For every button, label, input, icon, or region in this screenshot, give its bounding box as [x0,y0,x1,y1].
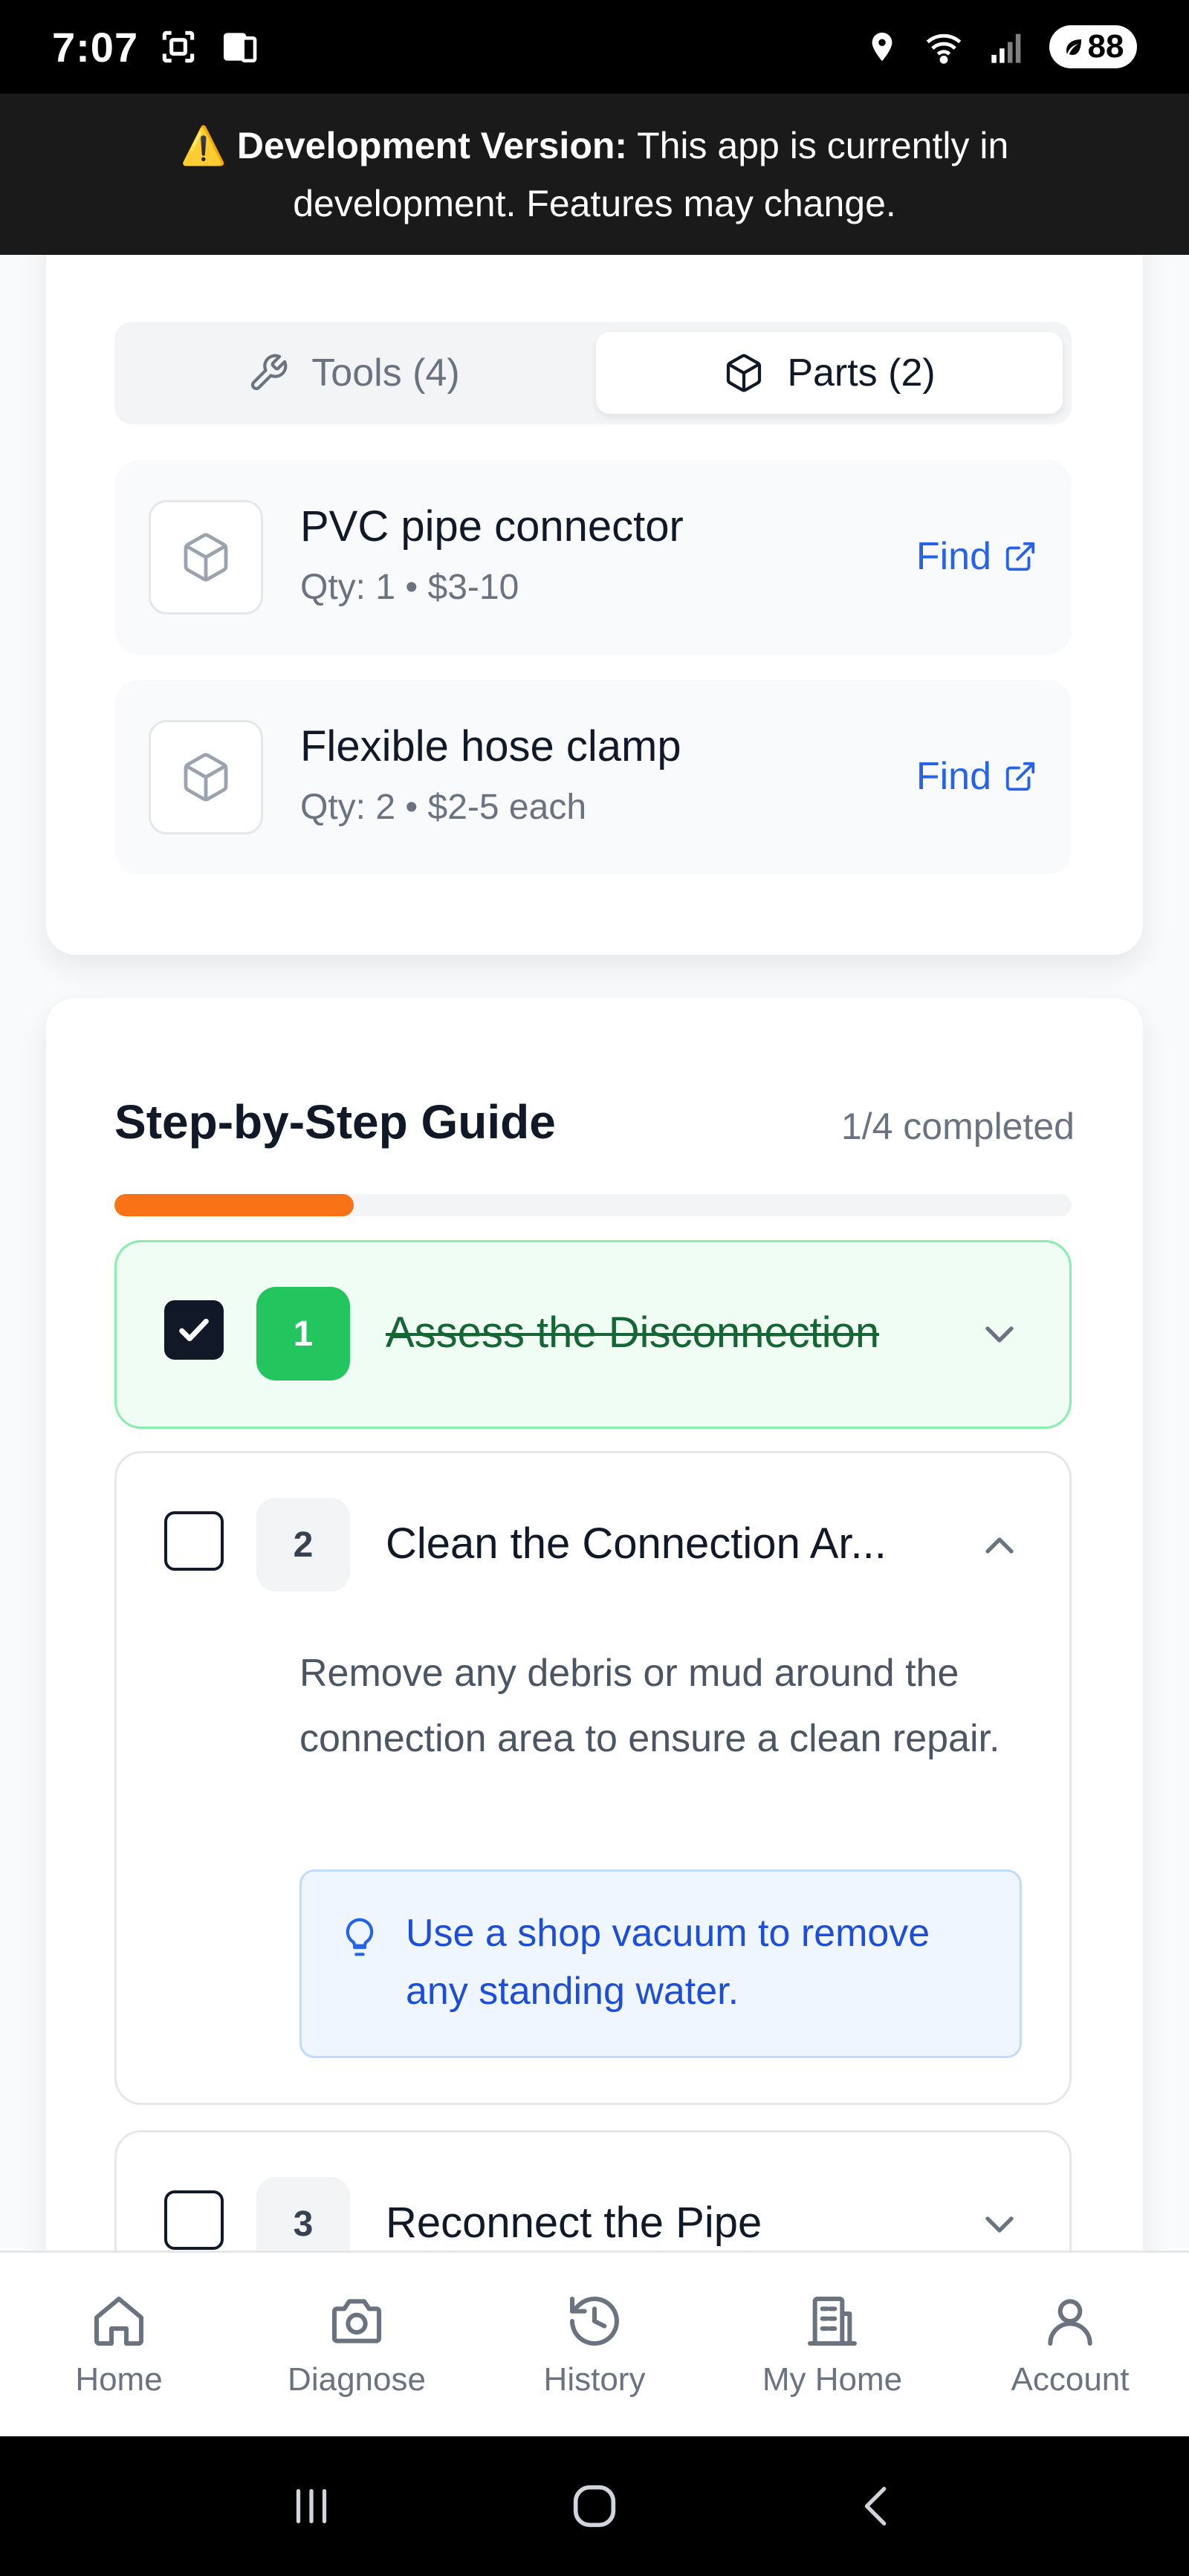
leaf-icon [1066,39,1081,55]
status-time: 7:07 [52,23,139,71]
system-nav-bar [0,2436,1189,2576]
nav-diagnose-label: Diagnose [288,2361,426,2398]
nav-my-home-label: My Home [762,2361,903,2398]
dev-banner: ⚠️ Development Version: This app is curr… [0,94,1189,255]
find-part-link[interactable]: Find [916,534,1037,579]
home-icon [94,2296,143,2346]
nav-history-label: History [543,2361,646,2398]
tools-parts-card: Tools (4) Parts (2) PVC pipe connector Q… [46,255,1143,955]
main-content[interactable]: Tools (4) Parts (2) PVC pipe connector Q… [0,255,1189,2251]
step-item[interactable]: 3 Reconnect the Pipe [114,2130,1072,2251]
nav-my-home[interactable]: My Home [721,2291,944,2398]
status-right: 88 [865,25,1137,68]
nav-home-label: Home [75,2361,163,2398]
part-name: Flexible hose clamp [300,722,681,770]
guide-progress-fill [114,1194,354,1216]
tab-tools[interactable]: Tools (4) [120,332,587,414]
step-title: Assess the Disconnection [386,1308,880,1357]
chevron-up-icon[interactable] [976,1522,1023,1569]
step-description: Remove any debris or mud around the conn… [299,1652,1000,1760]
step-checkbox[interactable] [164,2190,224,2250]
signal-icon [991,33,1021,63]
tab-tools-label: Tools (4) [311,351,460,395]
tab-parts-label: Parts (2) [787,351,936,395]
battery-indicator: 88 [1049,25,1137,68]
nav-history[interactable]: History [483,2291,706,2398]
back-icon[interactable] [852,2480,904,2532]
status-left: 7:07 [52,23,260,71]
external-link-icon [1005,762,1035,791]
tools-parts-tabs: Tools (4) Parts (2) [114,322,1072,424]
warning-icon: ⚠️ [180,124,227,166]
building-icon [808,2296,857,2346]
part-thumbnail [149,720,263,834]
recent-apps-icon[interactable] [285,2480,337,2532]
camera-icon [332,2298,381,2343]
external-link-icon [1005,542,1035,571]
wrench-icon [251,354,288,391]
chevron-down-icon[interactable] [976,2201,1023,2248]
find-label: Find [916,535,991,578]
step-number: 1 [256,1287,350,1381]
part-item: PVC pipe connector Qty: 1 • $3-10 Find [114,460,1072,655]
wifi-icon [926,33,962,64]
step-guide-card: Step-by-Step Guide 1/4 completed 1 Asses… [46,998,1143,2251]
step-checkbox[interactable] [164,1300,224,1360]
chevron-down-icon[interactable] [976,1311,1023,1358]
part-quantity-price: Qty: 1 • $3-10 [300,568,519,607]
screenshot-icon [162,30,195,63]
step-title: Reconnect the Pipe [386,2199,762,2247]
package-icon [727,354,762,392]
device-icon [224,33,257,62]
dev-banner-label: Development Version: [236,124,628,166]
find-part-link[interactable]: Find [916,754,1037,799]
package-icon [184,753,228,802]
step-number: 2 [256,1498,350,1592]
bottom-nav: Home Diagnose History My Home Account [0,2251,1189,2436]
nav-account[interactable]: Account [959,2291,1182,2398]
home-button-icon[interactable] [566,2478,623,2534]
check-icon [179,1318,209,1342]
nav-account-label: Account [1011,2361,1130,2398]
part-quantity-price: Qty: 2 • $2-5 each [300,788,587,827]
part-item: Flexible hose clamp Qty: 2 • $2-5 each F… [114,680,1072,875]
nav-diagnose[interactable]: Diagnose [245,2291,468,2398]
guide-title: Step-by-Step Guide [114,1095,556,1149]
tab-parts[interactable]: Parts (2) [596,332,1063,414]
package-icon [184,533,228,582]
status-bar: 7:07 88 [0,0,1189,94]
dev-banner-text: ⚠️ Development Version: This app is curr… [134,117,1055,233]
nav-home[interactable]: Home [7,2291,230,2398]
part-thumbnail [149,500,263,614]
location-icon [872,32,892,62]
history-icon [570,2296,619,2346]
step-checkbox[interactable] [164,1511,224,1571]
step-number: 3 [256,2177,350,2251]
step-tip: Use a shop vacuum to remove any standing… [299,1869,1022,2058]
guide-progress-text: 1/4 completed [840,1106,1075,1147]
step-tip-text: Use a shop vacuum to remove any standing… [406,1912,930,2013]
part-name: PVC pipe connector [300,502,684,551]
find-label: Find [916,755,991,798]
step-title: Clean the Connection Ar... [386,1519,887,1568]
user-icon [1048,2298,1092,2346]
step-item[interactable]: 1 Assess the Disconnection [114,1240,1072,1429]
step-item[interactable]: 2 Clean the Connection Ar... Remove any … [114,1451,1072,2105]
battery-level: 88 [1087,28,1124,65]
guide-progress-bar [114,1194,1072,1216]
lightbulb-icon [346,1918,374,1956]
